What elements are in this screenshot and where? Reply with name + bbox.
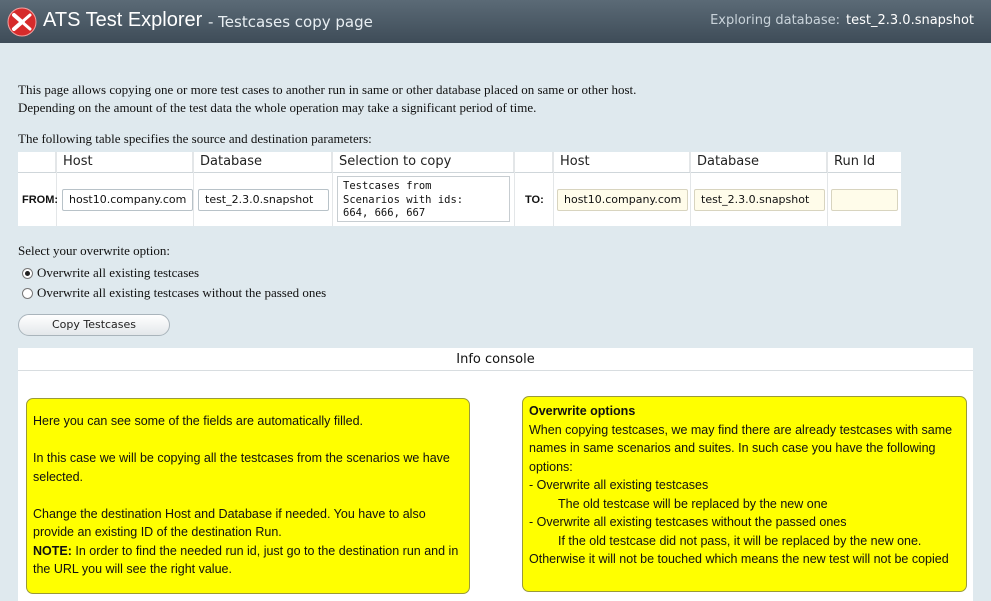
radio-button[interactable] (22, 287, 33, 299)
run-id-input[interactable] (831, 189, 898, 211)
intro-line-2: Depending on the amount of the test data… (18, 100, 537, 115)
column-divider (690, 152, 691, 226)
header-spacer-to (514, 152, 553, 172)
note-label: NOTE: (33, 543, 72, 558)
note-option: - Overwrite all existing testcases (529, 478, 709, 492)
header-source-database: Database (193, 152, 332, 172)
source-database-input[interactable]: test_2.3.0.snapshot (198, 189, 329, 211)
column-divider (56, 152, 57, 226)
column-divider (332, 152, 333, 226)
note-text: In order to find the needed run id, just… (33, 543, 459, 577)
note-paragraph: Here you can see some of the fields are … (33, 414, 364, 428)
overwrite-option-all[interactable]: Overwrite all existing testcases (22, 265, 199, 281)
overwrite-option-label: Overwrite all existing testcases (37, 265, 200, 280)
overwrite-option-except-passed[interactable]: Overwrite all existing testcases without… (22, 285, 326, 301)
note-paragraph: Change the destination Host and Database… (33, 506, 426, 540)
info-console-title: Info console (18, 348, 973, 371)
intro-text: This page allows copying one or more tes… (18, 81, 636, 117)
to-label: TO: (525, 194, 544, 206)
header-spacer-from (18, 152, 56, 172)
note-option: - Overwrite all existing testcases witho… (529, 515, 847, 529)
table-caption: The following table specifies the source… (18, 131, 372, 146)
header-run-id: Run Id (834, 154, 876, 169)
column-divider (827, 152, 828, 226)
copy-testcases-button[interactable]: Copy Testcases (18, 314, 170, 336)
from-label: FROM: (22, 194, 59, 206)
overwrite-title: Select your overwrite option: (18, 243, 170, 258)
column-divider (553, 152, 554, 226)
info-note-left: Here you can see some of the fields are … (26, 398, 470, 594)
note-paragraph: When copying testcases, we may find ther… (529, 422, 953, 474)
note-option-description: If the old testcase did not pass, it wil… (558, 533, 922, 548)
header-source-host: Host (56, 152, 193, 172)
page-subtitle: - Testcases copy page (208, 13, 373, 31)
note-paragraph: Otherwise it will not be touched which m… (529, 552, 949, 566)
note-paragraph: NOTE: In order to find the needed run id… (33, 542, 463, 579)
header-selection: Selection to copy (332, 152, 514, 172)
note-option-description: The old testcase will be replaced by the… (558, 496, 828, 511)
column-divider (193, 152, 194, 226)
note-paragraph: In this case we will be copying all the … (33, 451, 450, 484)
radio-button-selected[interactable] (22, 267, 33, 279)
database-name: test_2.3.0.snapshot (846, 13, 974, 28)
header-divider (18, 172, 901, 173)
selection-to-copy-box: Testcases from Scenarios with ids: 664, … (337, 176, 510, 222)
app-title: ATS Test Explorer (43, 9, 203, 31)
column-divider (514, 152, 515, 226)
ats-logo-icon (7, 7, 37, 37)
source-host-input[interactable]: host10.company.com (62, 189, 193, 211)
destination-database-input[interactable]: test_2.3.0.snapshot (694, 189, 825, 211)
header-destination-database: Database (690, 152, 827, 172)
header-destination-host: Host (553, 152, 690, 172)
database-label: Exploring database: (710, 13, 841, 28)
app-header: ATS Test Explorer - Testcases copy page … (0, 0, 991, 43)
destination-host-input[interactable]: host10.company.com (557, 189, 688, 211)
database-info: Exploring database: test_2.3.0.snapshot (710, 13, 974, 28)
intro-line-1: This page allows copying one or more tes… (18, 82, 637, 97)
info-note-right: Overwrite options When copying testcases… (522, 396, 967, 592)
overwrite-option-label: Overwrite all existing testcases without… (37, 285, 327, 300)
note-title: Overwrite options (529, 404, 636, 418)
